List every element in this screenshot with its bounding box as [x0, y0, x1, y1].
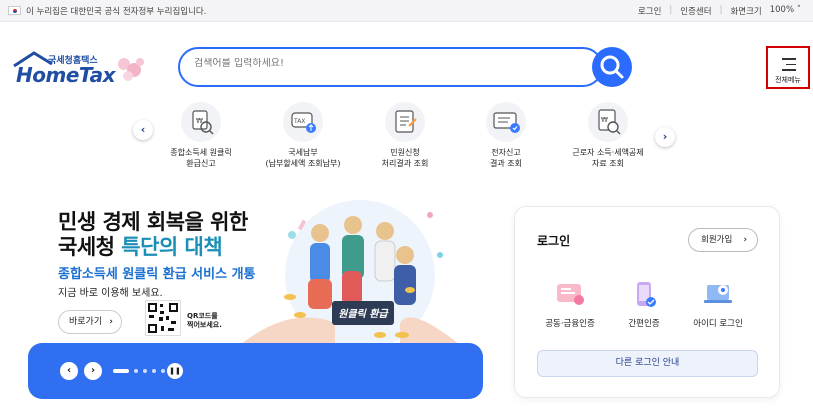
zoom-label: 화면크기 — [730, 7, 762, 17]
certificate-icon — [553, 280, 587, 310]
logo-title: HomeTax — [16, 63, 116, 87]
hero-sign-text: 원클릭 환급 — [338, 308, 389, 320]
quick-menu-item-refund[interactable]: ₩ 종합소득세 원클릭 환급신고 — [156, 102, 246, 169]
login-option-simple[interactable]: 간편인증 — [609, 280, 679, 329]
top-login-link[interactable]: 로그인 — [638, 5, 661, 17]
pagination-dot[interactable] — [152, 369, 156, 373]
svg-text:₩: ₩ — [601, 116, 608, 124]
quick-menu-label: 근로자 소득·세액공제 자료 조회 — [572, 148, 644, 168]
tax-payment-icon: TAX — [283, 102, 323, 142]
pause-button[interactable]: ❚❚ — [167, 363, 183, 379]
hero-go-button[interactable]: 바로가기 › — [58, 310, 122, 334]
banner-pagination — [113, 369, 165, 373]
other-login-guide-button[interactable]: 다른 로그인 안내 — [537, 350, 758, 377]
qr-code — [145, 300, 181, 336]
chevron-right-icon: › — [109, 317, 113, 327]
quick-menu-item-efiling[interactable]: 전자신고 결과 조회 — [461, 102, 551, 169]
banner-prev-button[interactable]: ‹ — [60, 362, 78, 380]
quick-menu-label: 민원신청 처리결과 조회 — [381, 148, 429, 168]
hamburger-icon — [782, 58, 796, 75]
search-input[interactable] — [194, 58, 574, 69]
search-button[interactable] — [592, 47, 632, 87]
login-option-label: 아이디 로그인 — [693, 319, 743, 329]
monitor-check-icon — [486, 102, 526, 142]
gov-notice[interactable]: 이 누리집은 대한민국 공식 전자정부 누리집입니다. — [26, 5, 206, 17]
quick-menu-label: 전자신고 결과 조회 — [490, 148, 522, 168]
login-option-label: 공동·금융인증 — [545, 319, 595, 329]
login-option-certificate[interactable]: 공동·금융인증 — [535, 280, 605, 329]
search-icon — [600, 55, 624, 79]
phone-auth-icon — [627, 280, 661, 310]
laptop-login-icon — [701, 280, 735, 310]
cherry-blossom-icon — [118, 58, 144, 81]
divider: | — [719, 5, 723, 15]
search-box — [178, 47, 603, 87]
hero-title-highlight: 특단의 대책 — [121, 235, 223, 259]
hometax-logo[interactable]: 국세청홈택스 HomeTax — [6, 48, 146, 90]
hero-description: 지금 바로 이용해 보세요. — [58, 288, 163, 299]
korea-flag-icon — [8, 6, 21, 15]
pagination-dot[interactable] — [143, 369, 147, 373]
pause-icon: ❚❚ — [169, 367, 181, 375]
qr-label: QR코드를 찍어보세요. — [187, 312, 222, 329]
login-option-id[interactable]: 아이디 로그인 — [683, 280, 753, 329]
pagination-dot[interactable] — [161, 369, 165, 373]
document-search-icon: ₩ — [181, 102, 221, 142]
login-option-label: 간편인증 — [628, 319, 660, 329]
hero-subtitle: 종합소득세 원클릭 환급 서비스 개통 — [58, 267, 256, 282]
pagination-dot-active[interactable] — [113, 369, 129, 373]
login-title: 로그인 — [537, 234, 571, 248]
signup-button[interactable]: 회원가입 › — [688, 228, 758, 252]
signup-label: 회원가입 — [701, 235, 733, 245]
quick-menu-item-payment[interactable]: TAX 국세납부 (납부할세액 조회납부) — [258, 102, 348, 169]
hero-title-line2: 국세청 특단의 대책 — [58, 231, 223, 261]
full-menu-button[interactable]: 전체메뉴 — [766, 46, 810, 89]
banner-next-button[interactable]: › — [84, 362, 102, 380]
pagination-dot[interactable] — [134, 369, 138, 373]
top-bar: 이 누리집은 대한민국 공식 전자정부 누리집입니다. 로그인 | 인증센터 |… — [0, 0, 813, 22]
hero-go-label: 바로가기 — [69, 317, 103, 327]
svg-text:TAX: TAX — [293, 118, 305, 125]
quick-menu-item-civil[interactable]: 민원신청 처리결과 조회 — [360, 102, 450, 169]
quick-menu-label: 종합소득세 원클릭 환급신고 — [170, 148, 232, 168]
quick-menu-item-deduction[interactable]: ₩ 근로자 소득·세액공제 자료 조회 — [563, 102, 653, 169]
checklist-icon — [385, 102, 425, 142]
document-magnifier-icon: ₩ — [588, 102, 628, 142]
full-menu-label: 전체메뉴 — [775, 76, 801, 84]
cert-center-link[interactable]: 인증센터 — [680, 5, 711, 17]
quick-menu-prev-button[interactable]: ‹ — [133, 120, 153, 140]
hero-title-prefix: 국세청 — [58, 235, 122, 259]
divider: | — [669, 5, 673, 15]
top-links: 로그인 | 인증센터 | 화면크기 100% ˅ — [638, 5, 801, 17]
zoom-select[interactable]: 100% ˅ — [770, 5, 801, 17]
quick-menu-label: 국세납부 (납부할세액 조회납부) — [265, 148, 341, 168]
chevron-right-icon: › — [743, 235, 747, 245]
quick-menu-next-button[interactable]: › — [655, 127, 675, 147]
